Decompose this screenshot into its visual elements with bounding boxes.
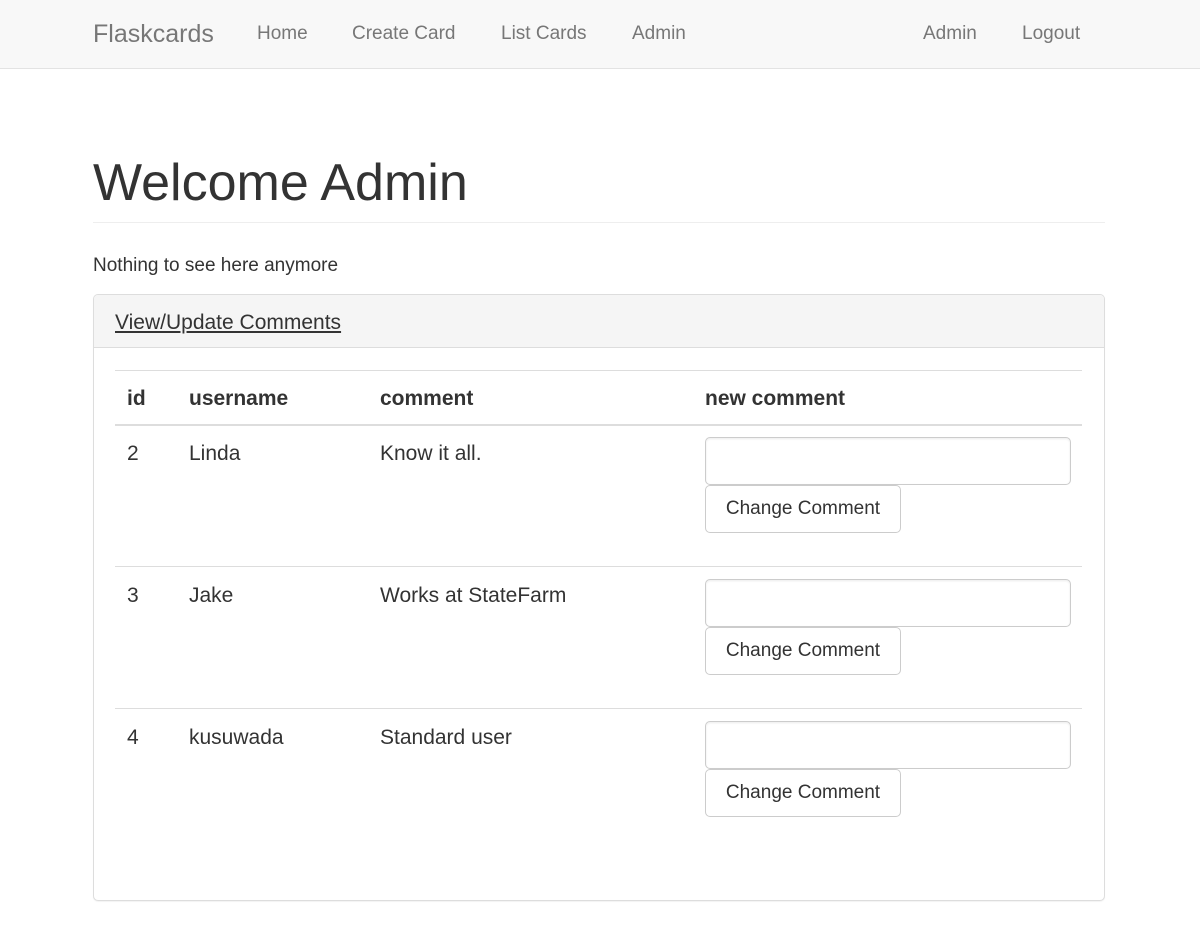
row-comment: Works at StateFarm — [380, 584, 567, 607]
new-comment-input[interactable] — [705, 721, 1071, 769]
row-comment: Standard user — [380, 726, 512, 749]
column-header-comment: comment — [380, 387, 474, 410]
nav-logout-link[interactable]: Logout — [1022, 22, 1080, 46]
panel-heading: View/Update Comments — [94, 295, 1104, 348]
intro-text: Nothing to see here anymore — [93, 255, 339, 276]
nav-home-link[interactable]: Home — [257, 22, 308, 46]
nav-create-card-link[interactable]: Create Card — [352, 22, 456, 46]
comments-panel: View/Update Comments id username comment… — [93, 294, 1105, 901]
change-comment-button[interactable]: Change Comment — [705, 627, 901, 675]
page-title: Welcome Admin — [93, 154, 468, 212]
row-id: 2 — [127, 442, 139, 465]
header-divider — [115, 424, 1082, 426]
change-comment-button[interactable]: Change Comment — [705, 769, 901, 817]
row-id: 3 — [127, 584, 139, 607]
title-divider — [93, 222, 1105, 223]
brand-link[interactable]: Flaskcards — [93, 19, 214, 49]
nav-user-admin-link[interactable]: Admin — [923, 22, 977, 46]
nav-list-cards-link[interactable]: List Cards — [501, 22, 587, 46]
table-top-divider — [115, 370, 1082, 371]
row-divider — [115, 566, 1082, 567]
column-header-username: username — [189, 387, 289, 410]
row-username: Jake — [189, 584, 234, 607]
column-header-new-comment: new comment — [705, 387, 846, 410]
row-divider — [115, 708, 1082, 709]
row-comment: Know it all. — [380, 442, 482, 465]
column-header-id: id — [127, 387, 146, 410]
nav-admin-link[interactable]: Admin — [632, 22, 686, 46]
change-comment-button[interactable]: Change Comment — [705, 485, 901, 533]
row-username: Linda — [189, 442, 241, 465]
new-comment-input[interactable] — [705, 579, 1071, 627]
new-comment-input[interactable] — [705, 437, 1071, 485]
row-username: kusuwada — [189, 726, 284, 749]
navbar: Flaskcards Home Create Card List Cards A… — [0, 0, 1200, 69]
view-update-comments-link[interactable]: View/Update Comments — [115, 310, 341, 336]
row-id: 4 — [127, 726, 139, 749]
